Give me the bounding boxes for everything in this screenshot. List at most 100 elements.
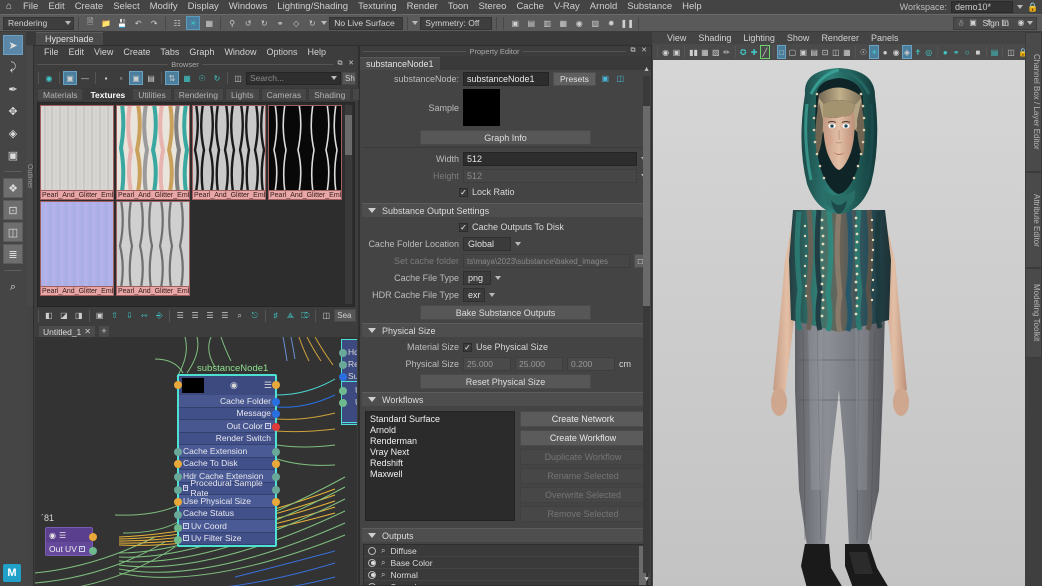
rearrange-graph-icon[interactable]: ▣ <box>93 309 107 323</box>
tab-substancenode1[interactable]: substanceNode1 <box>360 57 440 70</box>
chevron-down-icon[interactable] <box>495 276 501 280</box>
render-view-icon[interactable]: ▧ <box>588 16 602 30</box>
workflow-name[interactable]: Renderman <box>370 436 417 446</box>
section-outputs[interactable]: Outputs <box>362 528 649 542</box>
chevron-down-icon[interactable] <box>368 208 376 213</box>
chevron-down-icon[interactable] <box>331 76 337 80</box>
thumbnail-item[interactable]: Pearl_And_Glitter_Embroi... <box>40 105 114 200</box>
custom-attr-view-icon[interactable]: ☰ <box>218 309 232 323</box>
move-tool[interactable]: ✥ <box>3 101 23 121</box>
port-hdr-cache-extension[interactable] <box>174 473 182 481</box>
workflow-name[interactable]: Maxwell <box>370 469 403 479</box>
port-cache-to-disk[interactable] <box>174 460 182 468</box>
hs-menu-graph[interactable]: Graph <box>184 46 219 59</box>
grid-snap-icon[interactable]: ♯ <box>269 309 283 323</box>
graph-search-field[interactable]: Sea <box>334 309 356 322</box>
menu-lighting-shading[interactable]: Lighting/Shading <box>272 0 353 14</box>
bake-substance-outputs-button[interactable]: Bake Substance Outputs <box>420 305 591 320</box>
chevron-down-icon[interactable] <box>412 21 418 25</box>
workflow-name[interactable]: Vray Next <box>370 447 409 457</box>
viewport-render-canvas[interactable] <box>653 60 1025 586</box>
simple-node-view-icon[interactable]: ☰ <box>173 309 187 323</box>
port-use-physical-size-out[interactable] <box>272 498 280 506</box>
use-physical-size-checkbox[interactable]: ✓ <box>463 343 472 352</box>
workspace-field[interactable]: demo10* <box>951 1 1013 13</box>
menu-select[interactable]: Select <box>108 0 144 14</box>
ipr-render-icon[interactable]: ▤ <box>524 16 538 30</box>
image-plane-icon[interactable]: ▦ <box>700 45 710 59</box>
menu-file[interactable]: File <box>18 0 43 14</box>
select-tool[interactable]: ➤ <box>3 35 23 55</box>
hs-menu-window[interactable]: Window <box>219 46 261 59</box>
four-view-layout[interactable]: ⊡ <box>3 200 23 220</box>
sort-by-type-icon[interactable]: ▦ <box>180 71 194 85</box>
port-out-color[interactable] <box>272 423 280 431</box>
show-all-icon[interactable]: ○ <box>962 45 972 59</box>
chevron-down-icon[interactable] <box>515 242 521 246</box>
large-swatch-size-icon[interactable]: ▣ <box>129 71 143 85</box>
node2-header[interactable]: ◉ ☰ <box>46 528 92 542</box>
set-cache-folder-input[interactable]: ts\maya\2023\substance\baked_images <box>463 254 630 268</box>
chevron-up-icon[interactable]: ▲ <box>643 66 650 73</box>
hypershade-icon[interactable]: ◉ <box>572 16 586 30</box>
snap-view-plane-icon[interactable]: ⚭ <box>273 16 287 30</box>
select-by-hierarchy-icon[interactable]: ☷ <box>170 16 184 30</box>
ghost-port-4[interactable] <box>339 387 347 395</box>
rail-tab-modeling-toolkit[interactable]: Modeling Toolkit <box>1025 268 1042 358</box>
chevron-down-icon[interactable] <box>368 328 376 333</box>
menu-texturing[interactable]: Texturing <box>353 0 402 14</box>
expand-icon[interactable]: + <box>79 546 85 552</box>
hide-icon[interactable]: ⚭ <box>951 45 961 59</box>
physical-size-x-input[interactable]: 25.000 <box>463 357 511 371</box>
node-settings-icon[interactable]: ◉ <box>49 531 56 540</box>
medium-swatch-size-icon[interactable]: ▫ <box>114 71 128 85</box>
port-uv-coord[interactable] <box>174 524 182 532</box>
output-toggle-radio[interactable] <box>368 571 376 579</box>
workflow-name[interactable]: Arnold <box>370 425 396 435</box>
rig-icon[interactable]: ✝ <box>982 15 996 29</box>
live-surface-field[interactable]: No Live Surface <box>329 17 403 30</box>
thumbnail-item[interactable]: Pearl_And_Glitter_Embroi... <box>268 105 342 200</box>
vp-menu-panels[interactable]: Panels <box>865 32 905 44</box>
load-preset-icon[interactable]: ▣ <box>600 73 611 84</box>
tab-textures[interactable]: Textures <box>84 88 131 100</box>
tab-cameras[interactable]: Cameras <box>261 88 307 100</box>
home-icon[interactable]: ⌂ <box>0 0 18 14</box>
remove-selected-icon[interactable]: ⇩ <box>123 309 137 323</box>
tab-shading-groups[interactable]: Shading Groups <box>308 88 351 100</box>
default-light-icon[interactable]: ☉ <box>858 45 868 59</box>
node-menu-icon[interactable]: ☰ <box>59 531 66 540</box>
symmetry-field[interactable]: Symmetry: Off <box>420 17 492 30</box>
node-output-render-switch[interactable]: Render Switch <box>179 433 275 446</box>
presets-button[interactable]: Presets <box>553 72 596 86</box>
ghost-port-2[interactable] <box>339 361 347 369</box>
snapshot-icon[interactable]: ◫ <box>1006 45 1016 59</box>
render-current-frame-icon[interactable]: ▣ <box>508 16 522 30</box>
undock-icon[interactable]: ⧉ <box>629 47 637 55</box>
ghost-port-3[interactable] <box>339 373 347 381</box>
toggle-shaded-icon[interactable]: ╱ <box>760 45 770 59</box>
create-workflow-button[interactable]: Create Workflow <box>520 430 646 446</box>
node-name-input[interactable]: substanceNode1 <box>463 72 549 86</box>
workflows-list[interactable]: Standard Surface Arnold Renderman Vray N… <box>365 411 515 521</box>
create-network-button[interactable]: Create Network <box>520 411 646 427</box>
wireframe-shading-icon[interactable]: □ <box>777 45 787 59</box>
snap-curve-icon[interactable]: ↺ <box>241 16 255 30</box>
single-perspective-layout[interactable]: ❖ <box>3 178 23 198</box>
xray-icon[interactable]: ◫ <box>831 45 841 59</box>
wireframe-on-shaded-icon[interactable]: ⊡ <box>820 45 830 59</box>
vp-menu-shading[interactable]: Shading <box>692 32 737 44</box>
port-procedural-sample-rate[interactable] <box>174 486 182 494</box>
node-substancenode1[interactable]: substanceNode1 ◉ ☰ Cache Folder Message … <box>177 374 277 547</box>
lock-ratio-checkbox[interactable]: ✓ <box>459 188 468 197</box>
texture-placement-icon[interactable]: ■ <box>973 45 983 59</box>
smooth-shade-all-icon[interactable]: ▢ <box>787 45 797 59</box>
menu-substance[interactable]: Substance <box>622 0 677 14</box>
scroll-thumb[interactable] <box>643 106 650 306</box>
node-output-message[interactable]: Message <box>179 408 275 421</box>
sample-swatch[interactable] <box>463 89 500 126</box>
snap-rotate-icon[interactable]: ↻ <box>305 16 319 30</box>
search-icon[interactable]: ⌕ <box>3 277 23 297</box>
port-hdr-cache-extension-out[interactable] <box>272 473 280 481</box>
workflow-name[interactable]: Standard Surface <box>370 414 440 424</box>
